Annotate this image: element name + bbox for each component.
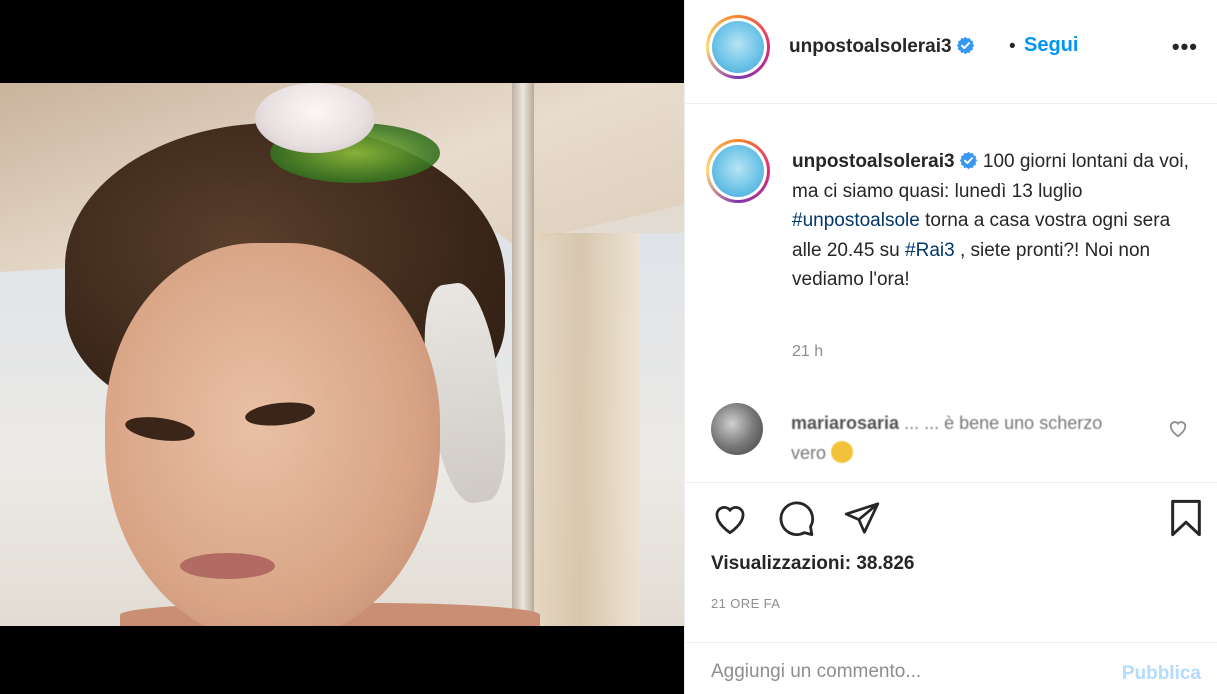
hashtag-link[interactable]: #Rai3 xyxy=(905,240,955,261)
header-separator: • xyxy=(1009,36,1016,57)
comment-like-icon[interactable] xyxy=(1167,418,1189,438)
post-side-panel: unpostoalsolerai3 • Segui ••• unpostoals… xyxy=(684,0,1217,694)
post-media[interactable] xyxy=(0,0,684,694)
emoji-icon xyxy=(831,441,854,463)
caption-avatar[interactable] xyxy=(706,139,770,203)
hashtag-link[interactable]: #unpostoalsole xyxy=(792,210,920,231)
comment-button[interactable] xyxy=(774,496,818,540)
caption-time[interactable]: 21 h xyxy=(792,343,823,361)
speech-bubble-icon xyxy=(779,501,814,537)
follow-button[interactable]: Segui xyxy=(1024,34,1078,57)
save-button[interactable] xyxy=(1164,496,1208,540)
background-pole xyxy=(512,83,534,626)
background-drape xyxy=(520,233,640,626)
more-options-button[interactable]: ••• xyxy=(1172,34,1198,60)
comment-input[interactable] xyxy=(711,661,1091,683)
caption-username[interactable]: unpostoalsolerai3 xyxy=(792,151,978,172)
heart-outline-icon xyxy=(715,506,745,535)
share-button[interactable] xyxy=(840,496,884,540)
comments-area[interactable]: unpostoalsolerai3 100 giorni lontani da … xyxy=(685,105,1217,482)
verified-badge-icon xyxy=(956,36,974,55)
verified-badge-icon xyxy=(959,151,977,170)
posted-time[interactable]: 21 ORE FA xyxy=(711,596,780,611)
comment-text: mariarosaria ... ... è bene uno scherzo … xyxy=(791,408,1136,468)
profile-avatar[interactable] xyxy=(706,15,770,79)
action-bar: Visualizzazioni: 38.826 21 ORE FA xyxy=(685,482,1217,642)
like-button[interactable] xyxy=(708,496,752,540)
caption-text: unpostoalsolerai3 100 giorni lontani da … xyxy=(792,147,1192,295)
paper-plane-icon xyxy=(844,502,880,534)
views-count: Visualizzazioni: 38.826 xyxy=(711,553,915,574)
bookmark-icon xyxy=(1171,499,1201,537)
avatar-logo xyxy=(712,145,764,197)
hair-flower xyxy=(255,83,375,153)
video-frame[interactable] xyxy=(0,83,684,626)
commenter-avatar[interactable] xyxy=(711,403,763,455)
post-header: unpostoalsolerai3 • Segui ••• xyxy=(685,0,1217,104)
add-comment-bar: Pubblica xyxy=(685,642,1217,694)
comment-username[interactable]: mariarosaria xyxy=(791,413,899,433)
header-username[interactable]: unpostoalsolerai3 xyxy=(789,36,975,58)
publish-button[interactable]: Pubblica xyxy=(1122,663,1201,685)
avatar-logo xyxy=(712,21,764,73)
subject-mouth xyxy=(180,553,275,579)
